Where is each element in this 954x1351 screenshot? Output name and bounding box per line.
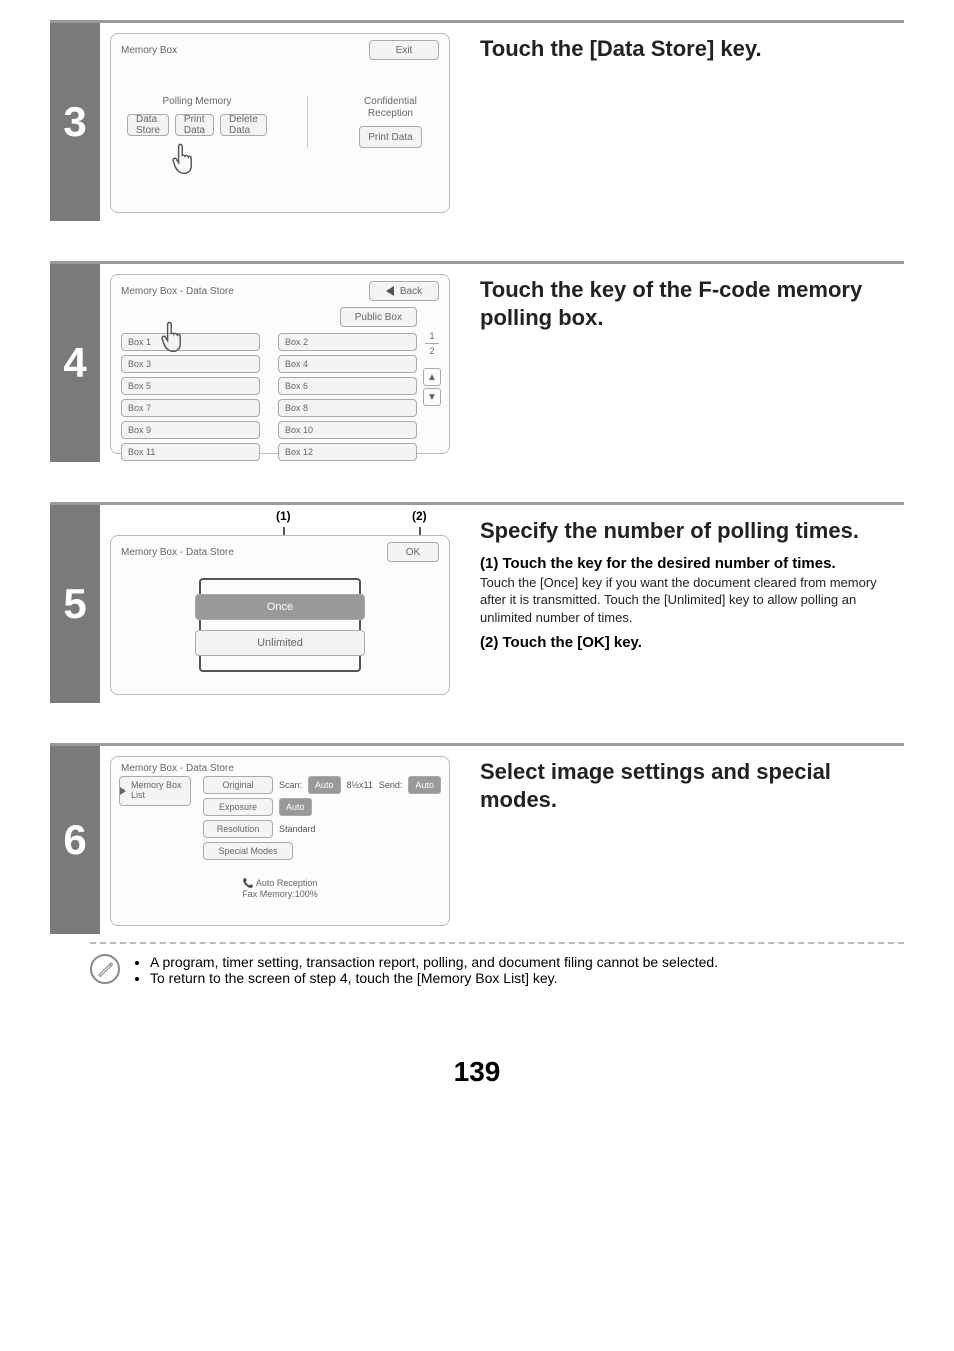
- note-1: A program, timer setting, transaction re…: [150, 954, 718, 970]
- box-button[interactable]: Box 8: [278, 399, 417, 417]
- step-number-5: 5: [50, 505, 100, 703]
- box-button[interactable]: Box 9: [121, 421, 260, 439]
- unlimited-button[interactable]: Unlimited: [195, 630, 365, 656]
- ok-button[interactable]: OK: [387, 542, 439, 562]
- step-3-heading: Touch the [Data Store] key.: [480, 35, 904, 63]
- data-store-box-list-screen: Memory Box - Data Store Back Public Box …: [110, 274, 450, 454]
- callout-1-label: (1): [276, 509, 291, 523]
- box-button[interactable]: Box 2: [278, 333, 417, 351]
- polling-memory-label: Polling Memory: [163, 96, 232, 108]
- notes-separator: [90, 942, 904, 944]
- divider: [307, 96, 308, 148]
- resolution-value: Standard: [279, 824, 316, 834]
- arrow-down-icon: ▼: [427, 392, 437, 403]
- box-button[interactable]: Box 5: [121, 377, 260, 395]
- callout-2-label: (2): [412, 509, 427, 523]
- public-box-tab[interactable]: Public Box: [340, 307, 417, 327]
- resolution-button[interactable]: Resolution: [203, 820, 273, 838]
- scan-label: Scan:: [279, 780, 302, 790]
- step-number-6: 6: [50, 746, 100, 934]
- memory-box-screen: Memory Box Exit Polling Memory Data Stor…: [110, 33, 450, 213]
- delete-data-button[interactable]: Delete Data: [220, 114, 267, 136]
- substep-2-head: (2) Touch the [OK] key.: [480, 634, 904, 651]
- back-button[interactable]: Back: [369, 281, 439, 301]
- page-total: 2: [429, 346, 434, 356]
- pager: 1 2 ▲ ▼: [423, 331, 441, 406]
- arrow-left-icon: [386, 286, 394, 296]
- confidential-reception-label: Confidential Reception: [364, 96, 417, 120]
- exposure-value: Auto: [279, 798, 312, 816]
- divider: [425, 343, 439, 344]
- screen-title: Memory Box - Data Store: [121, 763, 234, 774]
- once-button[interactable]: Once: [195, 594, 365, 620]
- scan-auto-badge: Auto: [308, 776, 341, 794]
- exit-button[interactable]: Exit: [369, 40, 439, 60]
- exposure-button[interactable]: Exposure: [203, 798, 273, 816]
- scan-size: 8½x11: [347, 780, 373, 790]
- polling-times-screen: Memory Box - Data Store OK Once Unlimite…: [110, 535, 450, 695]
- step-3-block: 3 Memory Box Exit Polling Memory Data St…: [50, 20, 904, 221]
- page-up-button[interactable]: ▲: [423, 368, 441, 386]
- notes-block: A program, timer setting, transaction re…: [50, 954, 904, 986]
- step-4-heading: Touch the key of the F-code memory polli…: [480, 276, 904, 331]
- box-button[interactable]: Box 6: [278, 377, 417, 395]
- memory-box-list-button[interactable]: Memory Box List: [119, 776, 191, 806]
- pointer-icon: [166, 141, 202, 180]
- print-data-button-2[interactable]: Print Data: [359, 126, 421, 148]
- triangle-icon: [120, 787, 126, 795]
- original-button[interactable]: Original: [203, 776, 273, 794]
- print-data-button-1[interactable]: Print Data: [175, 114, 214, 136]
- box-button[interactable]: Box 10: [278, 421, 417, 439]
- data-store-button[interactable]: Data Store: [127, 114, 169, 136]
- special-modes-button[interactable]: Special Modes: [203, 842, 293, 860]
- screen-title: Memory Box - Data Store: [121, 286, 234, 297]
- box-button[interactable]: Box 7: [121, 399, 260, 417]
- page-number: 139: [50, 1056, 904, 1088]
- send-auto-badge: Auto: [408, 776, 441, 794]
- image-settings-screen: Memory Box - Data Store Memory Box List …: [110, 756, 450, 926]
- step-6-block: 6 Memory Box - Data Store Memory Box Lis…: [50, 743, 904, 986]
- note-2: To return to the screen of step 4, touch…: [150, 970, 718, 986]
- page-down-button[interactable]: ▼: [423, 388, 441, 406]
- step-5-block: 5 (1) (2) Memory Box - Data Store OK Onc…: [50, 502, 904, 703]
- box-button[interactable]: Box 4: [278, 355, 417, 373]
- box-button[interactable]: Box 11: [121, 443, 260, 461]
- status-footer: 📞 Auto Reception Fax Memory:100%: [119, 878, 441, 899]
- screen-title: Memory Box: [121, 45, 177, 56]
- note-icon: [90, 954, 120, 984]
- arrow-up-icon: ▲: [427, 372, 437, 383]
- box-button[interactable]: Box 12: [278, 443, 417, 461]
- screen-title: Memory Box - Data Store: [121, 547, 234, 558]
- step-5-heading: Specify the number of polling times.: [480, 517, 904, 545]
- substep-1-head: (1) Touch the key for the desired number…: [480, 555, 904, 572]
- step-4-block: 4 Memory Box - Data Store Back Public Bo…: [50, 261, 904, 462]
- step-number-3: 3: [50, 23, 100, 221]
- step-number-4: 4: [50, 264, 100, 462]
- send-label: Send:: [379, 780, 403, 790]
- pointer-icon: [155, 319, 191, 358]
- substep-1-body: Touch the [Once] key if you want the doc…: [480, 574, 904, 627]
- step-6-heading: Select image settings and special modes.: [480, 758, 904, 813]
- page-current: 1: [429, 331, 434, 341]
